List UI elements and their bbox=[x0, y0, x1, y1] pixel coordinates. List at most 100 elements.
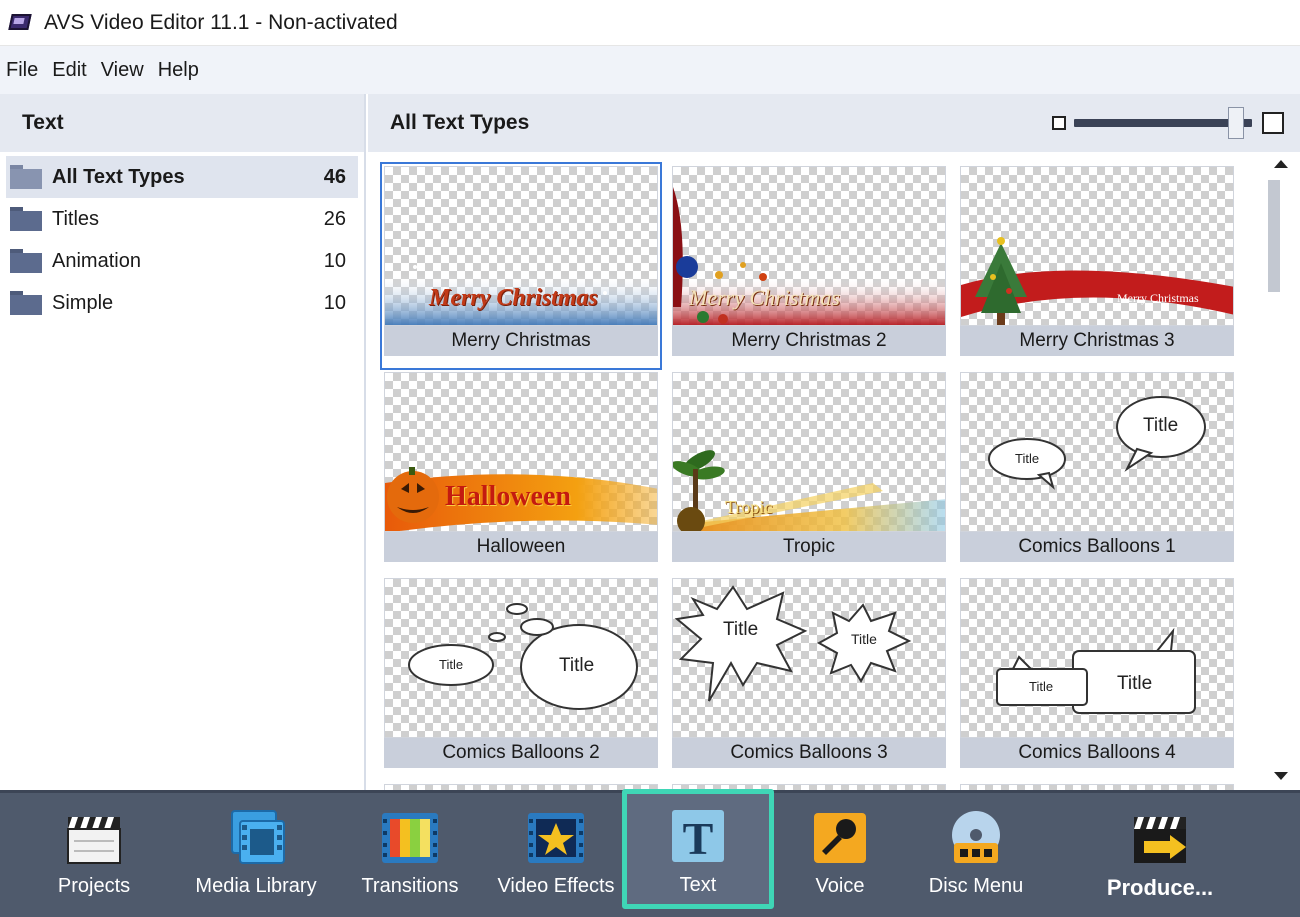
template-art-text-small: Title bbox=[851, 631, 877, 647]
toolbar-label: Disc Menu bbox=[928, 875, 1024, 897]
menu-file[interactable]: File bbox=[6, 59, 38, 82]
template-art-text: Merry Christmas bbox=[1117, 291, 1199, 305]
template-art-text: Merry Christmas bbox=[689, 285, 840, 310]
template-tile-merry-christmas-3[interactable]: Merry Christmas Merry Christmas 3 bbox=[960, 166, 1234, 366]
template-art-text: Tropic bbox=[725, 497, 773, 517]
template-caption: Merry Christmas bbox=[384, 326, 658, 356]
toolbar-projects-button[interactable]: Projects bbox=[34, 803, 154, 907]
gallery-title: All Text Types bbox=[390, 111, 530, 134]
template-thumbnail: Merry Christmas bbox=[960, 166, 1234, 326]
template-art-text-small: Title bbox=[1015, 451, 1040, 466]
category-label: Titles bbox=[52, 207, 100, 230]
film-strip-icon bbox=[226, 809, 286, 867]
zoom-slider-thumb[interactable] bbox=[1228, 107, 1244, 139]
template-caption: Halloween bbox=[384, 532, 658, 562]
category-count: 26 bbox=[323, 207, 346, 230]
zoom-small-icon[interactable] bbox=[1052, 116, 1066, 130]
category-panel: Text All Text Types 46 Titles 26 Animati… bbox=[0, 94, 366, 790]
category-label: Animation bbox=[52, 249, 141, 272]
film-app-icon bbox=[8, 10, 34, 36]
scrollbar-thumb[interactable] bbox=[1268, 180, 1280, 292]
template-thumbnail: Title Title bbox=[672, 578, 946, 738]
toolbar-video-effects-button[interactable]: Video Effects bbox=[496, 803, 616, 907]
category-label: All Text Types bbox=[52, 165, 185, 188]
toolbar-label: Projects bbox=[57, 875, 131, 897]
toolbar-produce-button[interactable]: Produce... bbox=[1100, 803, 1220, 907]
folder-icon bbox=[10, 207, 42, 231]
toolbar-label: Text bbox=[679, 874, 717, 896]
window-title: AVS Video Editor 11.1 - Non-activated bbox=[44, 10, 398, 34]
category-count: 10 bbox=[323, 291, 346, 314]
template-tile-comics-balloons-3[interactable]: Title Title Comics Balloons 3 bbox=[672, 578, 946, 778]
category-item-animation[interactable]: Animation 10 bbox=[6, 240, 358, 282]
template-art-text: Halloween bbox=[445, 481, 571, 512]
template-thumbnail: Merry Christmas bbox=[384, 166, 658, 326]
template-art-text-small: Title bbox=[1029, 679, 1054, 694]
template-art-text: Title bbox=[559, 655, 595, 676]
toolbar-label: Video Effects bbox=[497, 875, 615, 897]
toolbar-transitions-button[interactable]: Transitions bbox=[350, 803, 470, 907]
toolbar-label: Produce... bbox=[1106, 875, 1214, 900]
template-caption: Comics Balloons 1 bbox=[960, 532, 1234, 562]
title-bar: AVS Video Editor 11.1 - Non-activated bbox=[0, 0, 1300, 46]
template-tile-comics-balloons-4[interactable]: Title Title Comics Balloons 4 bbox=[960, 578, 1234, 778]
template-art-text: Title bbox=[1117, 673, 1153, 694]
gallery-scrollbar[interactable] bbox=[1264, 152, 1300, 790]
microphone-icon bbox=[810, 809, 870, 867]
template-thumbnail: Merry Christmas bbox=[672, 166, 946, 326]
toolbar-disc-menu-button[interactable]: Disc Menu bbox=[916, 803, 1036, 907]
template-thumbnail: Halloween bbox=[384, 372, 658, 532]
menu-help[interactable]: Help bbox=[158, 59, 199, 82]
category-item-titles[interactable]: Titles 26 bbox=[6, 198, 358, 240]
template-caption: Comics Balloons 2 bbox=[384, 738, 658, 768]
template-caption: Comics Balloons 4 bbox=[960, 738, 1234, 768]
menu-view[interactable]: View bbox=[101, 59, 144, 82]
template-tile-comics-balloons-1[interactable]: Title Title Comics Balloons 1 bbox=[960, 372, 1234, 572]
folder-icon bbox=[10, 165, 42, 189]
category-panel-header: Text bbox=[0, 94, 364, 152]
disc-menu-icon bbox=[946, 809, 1006, 867]
folder-icon bbox=[10, 249, 42, 273]
scroll-down-arrow-icon[interactable] bbox=[1274, 772, 1288, 780]
category-list: All Text Types 46 Titles 26 Animation 10… bbox=[0, 152, 364, 324]
category-count: 46 bbox=[323, 165, 346, 188]
toolbar-media-library-button[interactable]: Media Library bbox=[195, 803, 317, 907]
template-art-text: Title bbox=[1143, 415, 1179, 436]
template-thumbnail: Title Title bbox=[960, 372, 1234, 532]
toolbar-label: Transitions bbox=[361, 875, 459, 897]
template-tile-tropic[interactable]: Tropic Tropic bbox=[672, 372, 946, 572]
zoom-large-icon[interactable] bbox=[1262, 112, 1284, 134]
produce-clapper-icon bbox=[1130, 809, 1190, 867]
main-toolbar: Projects Media Library Transitions Video… bbox=[0, 789, 1300, 917]
category-item-simple[interactable]: Simple 10 bbox=[6, 282, 358, 324]
toolbar-label: Voice bbox=[815, 875, 865, 897]
menu-bar: File Edit View Help bbox=[0, 46, 1300, 94]
template-caption: Comics Balloons 3 bbox=[672, 738, 946, 768]
category-label: Simple bbox=[52, 291, 114, 314]
template-tile-comics-balloons-2[interactable]: Title Title Comics Balloons 2 bbox=[384, 578, 658, 778]
template-tile-merry-christmas[interactable]: Merry Christmas Merry Christmas bbox=[380, 162, 662, 370]
toolbar-text-button[interactable]: T Text bbox=[622, 789, 774, 909]
template-art-text-small: Title bbox=[439, 657, 464, 672]
category-item-all-text-types[interactable]: All Text Types 46 bbox=[6, 156, 358, 198]
template-tile-halloween[interactable]: Halloween Halloween bbox=[384, 372, 658, 572]
clapperboard-icon bbox=[64, 809, 124, 867]
text-template-gallery: Merry Christmas Merry Christmas Merry Ch… bbox=[368, 152, 1264, 790]
template-caption: Merry Christmas 3 bbox=[960, 326, 1234, 356]
text-t-icon: T bbox=[668, 808, 728, 866]
template-thumbnail: Title Title bbox=[960, 578, 1234, 738]
folder-icon bbox=[10, 291, 42, 315]
scroll-up-arrow-icon[interactable] bbox=[1274, 160, 1288, 168]
template-thumbnail: Tropic bbox=[672, 372, 946, 532]
menu-edit[interactable]: Edit bbox=[52, 59, 86, 82]
svg-text:T: T bbox=[683, 813, 714, 864]
template-caption: Merry Christmas 2 bbox=[672, 326, 946, 356]
zoom-slider[interactable] bbox=[1074, 107, 1252, 139]
category-count: 10 bbox=[323, 249, 346, 272]
template-art-text: Merry Christmas bbox=[429, 285, 598, 311]
transitions-icon bbox=[380, 809, 440, 867]
template-tile-merry-christmas-2[interactable]: Merry Christmas Merry Christmas 2 bbox=[672, 166, 946, 366]
gallery-header: All Text Types bbox=[368, 94, 1300, 152]
template-caption: Tropic bbox=[672, 532, 946, 562]
toolbar-voice-button[interactable]: Voice bbox=[780, 803, 900, 907]
